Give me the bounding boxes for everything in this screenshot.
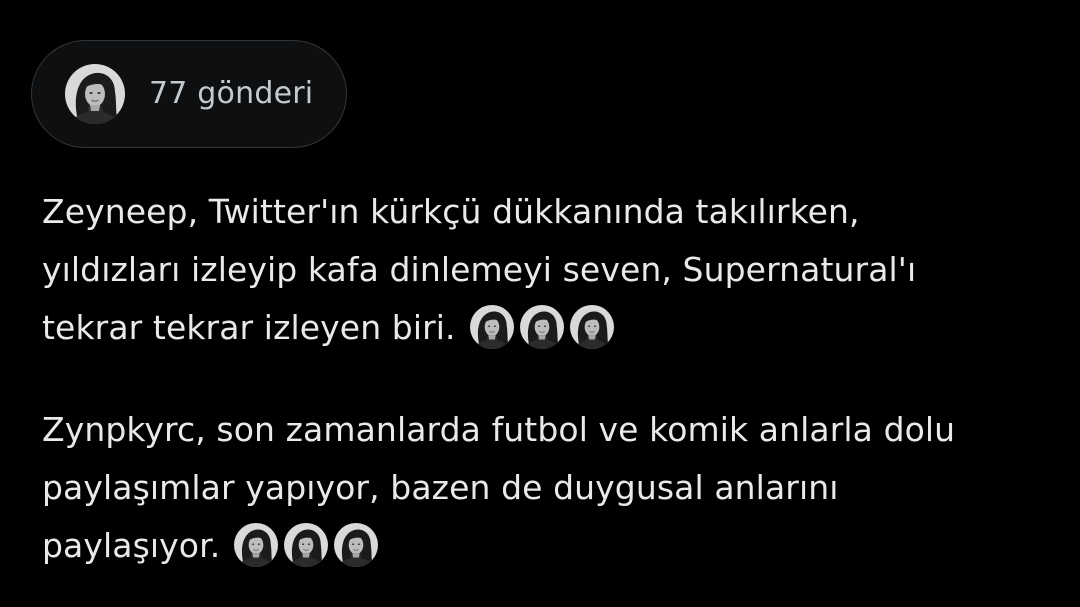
profile-photo-icon (234, 523, 278, 567)
profile-photo-icon (334, 523, 378, 567)
profile-photo-icon (284, 523, 328, 567)
post-count-pill[interactable]: 77 gönderi (31, 40, 347, 148)
summary-paragraph: Zeyneep, Twitter'ın kürkçü dükkanında ta… (42, 183, 1052, 357)
paragraph-line: paylaşımlar yapıyor, bazen de duygusal a… (42, 468, 839, 507)
profile-photo-icon (520, 305, 564, 349)
paragraph-line-last: tekrar tekrar izleyen biri. (42, 299, 1052, 357)
profile-avatar (65, 64, 125, 124)
post-count-label: 77 gönderi (149, 76, 314, 111)
paragraph-line-text: paylaşıyor. (42, 526, 221, 565)
paragraph-line-last: paylaşıyor. (42, 517, 1052, 575)
paragraph-line: yıldızları izleyip kafa dinlemeyi seven,… (42, 250, 917, 289)
paragraph-line-text: tekrar tekrar izleyen biri. (42, 308, 456, 347)
avatar-group (470, 305, 614, 349)
paragraph-line: Zeyneep, Twitter'ın kürkçü dükkanında ta… (42, 192, 860, 231)
profile-photo-icon (470, 305, 514, 349)
avatar-group (234, 523, 378, 567)
paragraph-line: Zynpkyrc, son zamanlarda futbol ve komik… (42, 410, 956, 449)
profile-photo-icon (65, 64, 125, 124)
profile-photo-icon (570, 305, 614, 349)
summary-paragraph: Zynpkyrc, son zamanlarda futbol ve komik… (42, 401, 1052, 575)
